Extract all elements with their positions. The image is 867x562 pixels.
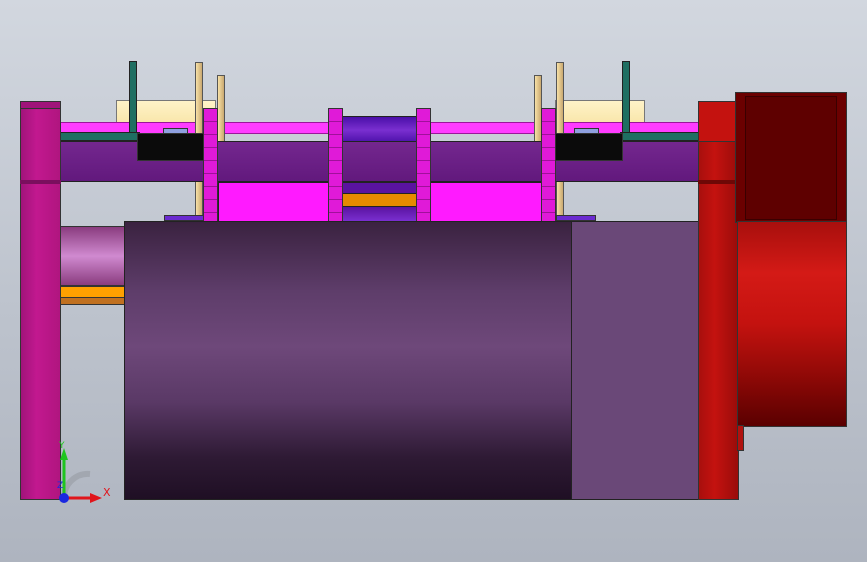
flange-collar-4 [541, 108, 556, 222]
triad-rotation-arc [60, 470, 91, 499]
triad-x-label: X [103, 486, 111, 499]
left-shaft-base [60, 297, 128, 305]
lower-magenta-slab-left [218, 182, 330, 222]
left-frame-cap [20, 101, 61, 109]
center-hub-orange-band [342, 193, 418, 207]
flange-collar-1 [203, 108, 218, 222]
center-hub-top [342, 116, 418, 144]
small-plate-left [163, 128, 188, 134]
lower-magenta-slab-right [430, 182, 542, 222]
main-crossbeam [24, 141, 737, 182]
flange-collar-2 [328, 108, 343, 222]
main-drum-cylinder [124, 221, 572, 500]
motor-body [737, 221, 847, 427]
drum-end-cap [571, 221, 699, 500]
gearbox-inner-panel [745, 96, 837, 220]
left-frame-joint [20, 180, 61, 184]
right-frame-upright [698, 101, 739, 500]
triad-z-label: Z [57, 481, 64, 491]
small-plate-right [574, 128, 599, 134]
flange-collar-3 [416, 108, 431, 222]
teal-post-right [622, 61, 630, 139]
cad-viewport[interactable]: X Y Z [0, 0, 867, 562]
right-frame-top-block [698, 101, 739, 142]
triad-z-origin [59, 493, 69, 503]
right-frame-joint [698, 180, 739, 184]
center-hub-bottom [342, 206, 418, 222]
motor-mount-tab [737, 425, 744, 451]
teal-post-left [129, 61, 137, 139]
triad-x-arrowhead [90, 493, 102, 503]
left-shaft [60, 226, 128, 286]
triad-y-label: Y [59, 441, 65, 451]
